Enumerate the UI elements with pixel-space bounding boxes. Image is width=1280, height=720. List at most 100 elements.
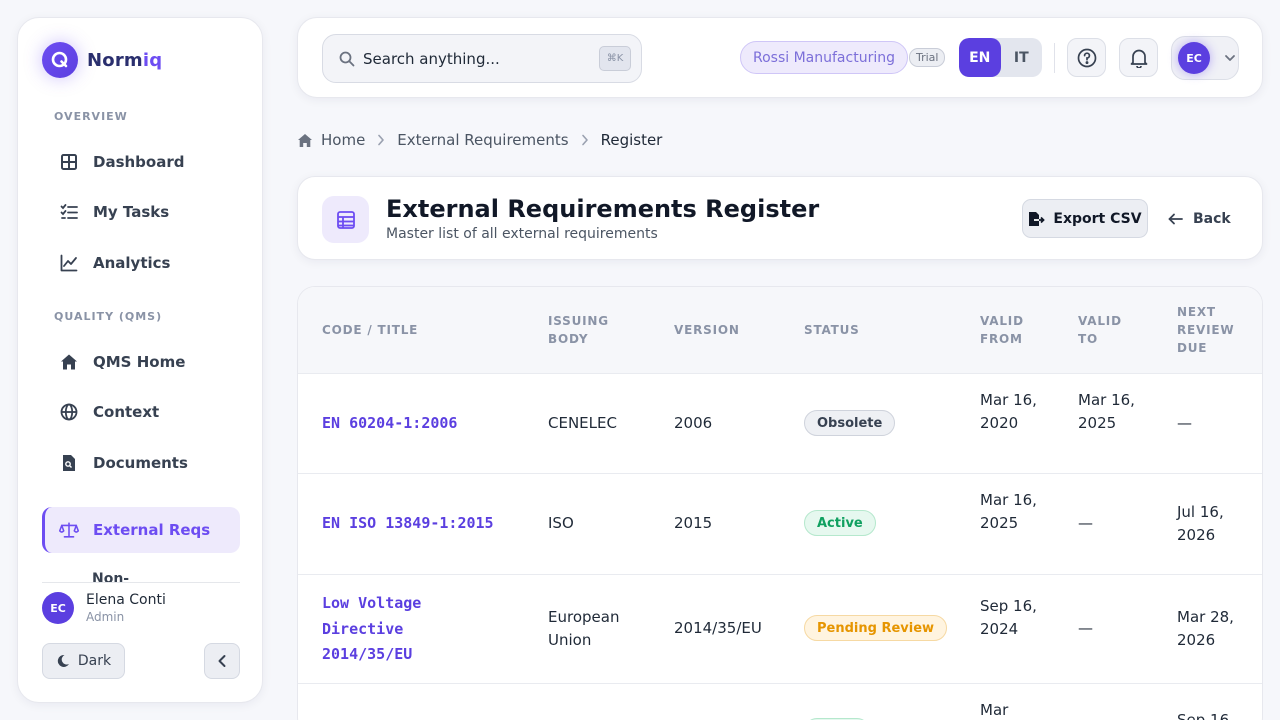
topbar: ⌘K Rossi Manufacturing Trial EN IT EC <box>297 17 1263 98</box>
sidebar-user[interactable]: EC Elena Conti Admin <box>42 592 166 624</box>
document-icon <box>59 453 79 473</box>
language-switcher: EN IT <box>959 38 1042 77</box>
column-header-next-review[interactable]: NEXT REVIEW DUE <box>1177 303 1237 357</box>
brand[interactable]: Normiq <box>42 42 162 78</box>
home-icon <box>297 133 313 148</box>
valid-to: Mar 16, 2025 <box>1078 391 1135 432</box>
lang-en-button[interactable]: EN <box>959 38 1001 77</box>
column-header-issuing-body[interactable]: ISSUING BODY <box>548 312 628 348</box>
table-row[interactable]: Low Voltage Directive 2014/35/EU Europea… <box>298 574 1262 683</box>
export-csv-label: Export CSV <box>1053 210 1142 227</box>
chevron-left-icon <box>217 654 227 668</box>
requirements-table: CODE / TITLE ISSUING BODY VERSION STATUS… <box>297 286 1263 720</box>
dark-mode-button[interactable]: Dark <box>42 643 125 679</box>
page-header: External Requirements Register Master li… <box>297 176 1263 260</box>
file-export-icon <box>1028 211 1046 227</box>
valid-from: Mar 16, 2025 <box>980 491 1037 532</box>
grid-icon <box>59 152 79 172</box>
scale-icon <box>59 520 79 540</box>
sidebar-item-label: QMS Home <box>93 353 186 371</box>
user-role: Admin <box>86 610 125 624</box>
search-box[interactable]: ⌘K <box>322 34 642 83</box>
back-label: Back <box>1193 210 1231 227</box>
sidebar: Normiq OVERVIEW Dashboard My Tasks Analy… <box>17 17 263 703</box>
issuing-body: ISO <box>548 514 574 532</box>
brand-logo-icon <box>42 42 78 78</box>
status-badge: Obsolete <box>804 410 896 436</box>
shortcut-hint: ⌘K <box>599 46 631 71</box>
valid-to: — <box>1078 514 1093 532</box>
checklist-icon <box>59 202 79 222</box>
sidebar-item-label: My Tasks <box>93 203 170 221</box>
sidebar-item-label: Analytics <box>93 254 171 272</box>
sidebar-item-external-reqs[interactable]: External Reqs <box>42 507 240 553</box>
valid-to: — <box>1078 619 1093 637</box>
avatar: EC <box>1178 42 1210 74</box>
valid-from: Sep 16, 2024 <box>980 597 1037 638</box>
sidebar-item-non-partial[interactable]: Non- <box>42 565 240 583</box>
status-badge: Active <box>804 510 876 536</box>
table-row[interactable]: Mar Sep 16 <box>298 683 1262 720</box>
globe-icon <box>59 402 79 422</box>
search-input[interactable] <box>363 49 583 68</box>
user-name: Elena Conti <box>86 592 166 608</box>
sidebar-item-dashboard[interactable]: Dashboard <box>42 139 240 185</box>
breadcrumb-home[interactable]: Home <box>321 131 365 149</box>
sidebar-item-label: Dashboard <box>93 153 185 171</box>
column-header-code[interactable]: CODE / TITLE <box>322 321 522 339</box>
organization-selector[interactable]: Rossi Manufacturing <box>740 41 908 74</box>
chevron-down-icon <box>1224 54 1236 62</box>
chevron-right-icon <box>581 134 589 146</box>
sidebar-item-label: External Reqs <box>93 521 211 539</box>
page-title: External Requirements Register <box>386 195 820 223</box>
requirement-code-link[interactable]: EN ISO 13849-1:2015 <box>322 511 494 537</box>
sidebar-item-qms-home[interactable]: QMS Home <box>42 339 240 385</box>
sidebar-item-context[interactable]: Context <box>42 389 240 435</box>
next-review-due: Mar 28, 2026 <box>1177 608 1234 649</box>
column-header-valid-to[interactable]: VALID TO <box>1078 312 1138 348</box>
arrow-left-icon <box>1168 213 1183 225</box>
issuing-body: European Union <box>548 608 620 649</box>
status-badge: Pending Review <box>804 615 948 641</box>
chevron-right-icon <box>377 134 385 146</box>
export-csv-button[interactable]: Export CSV <box>1022 199 1148 238</box>
help-icon <box>1077 48 1097 68</box>
home-icon <box>59 352 79 372</box>
plan-badge: Trial <box>909 48 946 67</box>
user-menu-button[interactable]: EC <box>1171 36 1239 80</box>
breadcrumb-parent[interactable]: External Requirements <box>397 131 568 149</box>
register-table-icon <box>322 196 369 243</box>
avatar: EC <box>42 592 74 624</box>
search-icon <box>339 51 355 67</box>
brand-name: Normiq <box>87 49 163 71</box>
table-header: CODE / TITLE ISSUING BODY VERSION STATUS… <box>298 287 1262 373</box>
breadcrumb: Home External Requirements Register <box>297 131 662 149</box>
next-review-due: — <box>1177 414 1192 432</box>
lang-it-button[interactable]: IT <box>1001 38 1043 77</box>
chart-line-icon <box>59 253 79 273</box>
notifications-button[interactable] <box>1119 38 1158 77</box>
column-header-status[interactable]: STATUS <box>804 321 904 339</box>
moon-icon <box>56 654 70 668</box>
collapse-sidebar-button[interactable] <box>204 643 240 679</box>
requirement-code-link[interactable]: EN 60204-1:2006 <box>322 411 457 437</box>
section-label-overview: OVERVIEW <box>54 110 128 123</box>
version: 2006 <box>674 414 713 432</box>
sidebar-item-analytics[interactable]: Analytics <box>42 240 240 286</box>
table-row[interactable]: EN 60204-1:2006 CENELEC 2006 Obsolete Ma… <box>298 373 1262 473</box>
table-row[interactable]: EN ISO 13849-1:2015 ISO 2015 Active Mar … <box>298 473 1262 574</box>
section-label-quality: QUALITY (QMS) <box>54 310 163 323</box>
valid-from: Mar <box>980 701 1009 719</box>
dark-mode-label: Dark <box>77 653 112 669</box>
next-review-due: Sep 16 <box>1177 711 1230 720</box>
sidebar-item-documents[interactable]: Documents <box>42 440 240 486</box>
requirement-code-link[interactable]: Low Voltage Directive 2014/35/EU <box>322 591 452 668</box>
version: 2014/35/EU <box>674 619 762 637</box>
sidebar-item-my-tasks[interactable]: My Tasks <box>42 189 240 235</box>
back-button[interactable]: Back <box>1168 199 1231 238</box>
sidebar-item-label: Documents <box>93 454 188 472</box>
column-header-valid-from[interactable]: VALID FROM <box>980 312 1040 348</box>
column-header-version[interactable]: VERSION <box>674 321 774 339</box>
sidebar-item-label: Context <box>93 403 160 421</box>
help-button[interactable] <box>1067 38 1106 77</box>
